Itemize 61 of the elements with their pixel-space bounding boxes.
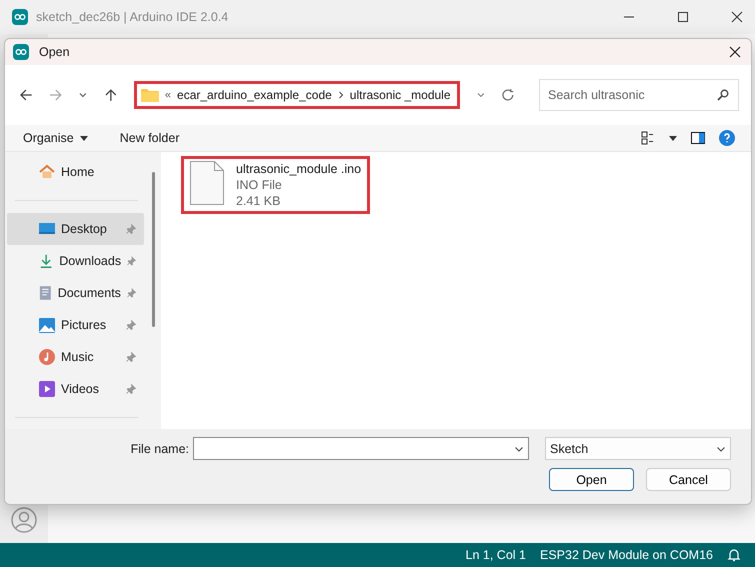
chevron-right-icon (338, 91, 344, 99)
sidebar-item[interactable]: Home (7, 156, 144, 188)
view-options-icon[interactable] (641, 131, 655, 145)
sidebar-item[interactable]: Downloads (7, 245, 144, 277)
board-port[interactable]: ESP32 Dev Module on COM16 (540, 548, 713, 562)
arduino-logo-icon (13, 44, 29, 60)
download-icon (39, 253, 54, 269)
breadcrumb-segment[interactable]: ecar_arduino_example_code (177, 88, 332, 102)
dialog-title: Open (39, 45, 70, 59)
user-icon[interactable] (11, 507, 37, 533)
sidebar-item[interactable]: Music (7, 341, 144, 373)
search-icon (717, 89, 730, 101)
organise-menu[interactable]: Organise (19, 131, 92, 145)
pin-icon (126, 320, 136, 330)
music-icon (39, 349, 55, 365)
pin-icon (126, 224, 136, 234)
video-icon (39, 381, 55, 397)
sidebar-item[interactable]: Videos (7, 373, 144, 405)
cancel-button[interactable]: Cancel (646, 468, 731, 491)
house-icon (39, 164, 55, 180)
address-bar[interactable]: « ecar_arduino_example_code ultrasonic _module (134, 81, 460, 109)
file-size: 2.41 KB (236, 193, 282, 209)
caret-icon[interactable] (669, 136, 677, 140)
desktop-icon (39, 222, 55, 236)
up-arrow-icon[interactable] (104, 88, 118, 102)
document-icon (39, 285, 52, 301)
file-type-dropdown[interactable]: Sketch (545, 437, 731, 460)
file-name-field[interactable] (193, 437, 529, 460)
close-icon[interactable] (729, 46, 741, 58)
open-button[interactable]: Open (549, 468, 634, 491)
sidebar-item[interactable]: Documents (7, 277, 144, 309)
back-arrow-icon[interactable] (19, 88, 33, 102)
file-icon (190, 161, 224, 205)
pin-icon (126, 384, 136, 394)
new-folder-button[interactable]: New folder (116, 131, 184, 145)
window-title: sketch_dec26b | Arduino IDE 2.0.4 (36, 10, 228, 24)
breadcrumb-segment[interactable]: ultrasonic _module (350, 88, 451, 102)
arduino-logo-icon (12, 9, 28, 25)
pin-icon (126, 288, 136, 298)
file-type: INO File (236, 177, 283, 193)
pin-icon (127, 256, 136, 266)
chevron-down-icon[interactable] (78, 90, 88, 100)
file-item[interactable]: ultrasonic_module .ino INO File 2.41 KB (181, 156, 370, 214)
help-icon[interactable] (719, 130, 735, 146)
overflow-chevron[interactable]: « (164, 89, 172, 101)
refresh-icon[interactable] (501, 88, 516, 102)
picture-icon (39, 318, 55, 332)
sidebar-item[interactable]: Pictures (7, 309, 144, 341)
search-field[interactable]: Search ultrasonic (539, 79, 740, 111)
preview-pane-icon[interactable] (691, 132, 705, 144)
bell-icon[interactable] (727, 548, 741, 562)
pin-icon (126, 352, 136, 362)
sidebar-item[interactable]: Desktop (7, 213, 144, 245)
caret-icon (80, 136, 88, 140)
maximize-icon[interactable] (677, 11, 689, 23)
file-name: ultrasonic_module .ino (236, 161, 362, 177)
cursor-position: Ln 1, Col 1 (466, 548, 526, 562)
close-icon[interactable] (731, 11, 743, 23)
folder-icon (140, 88, 159, 102)
file-name-label: File name: (130, 442, 189, 456)
chevron-down-icon[interactable] (476, 90, 486, 100)
